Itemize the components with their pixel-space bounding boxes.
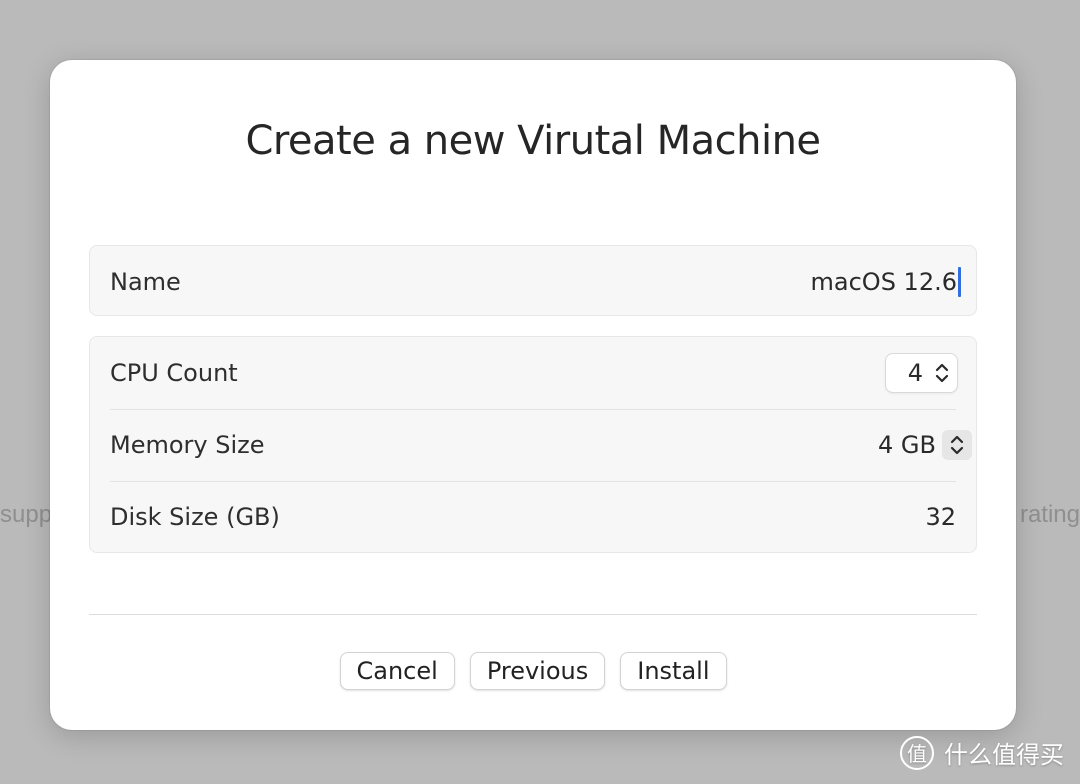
cpu-count-popup-button[interactable]: 4 <box>884 353 958 393</box>
dialog-button-bar: Cancel Previous Install <box>50 652 1016 690</box>
name-field[interactable]: macOS 12.6 <box>811 267 961 297</box>
name-field-value: macOS 12.6 <box>810 268 957 296</box>
create-vm-dialog: Create a new Virutal Machine Name macOS … <box>50 60 1016 730</box>
specs-group: CPU Count 4 Memory Size 4 GB Disk Size (… <box>89 336 977 553</box>
memory-size-value: 4 GB <box>878 431 936 459</box>
disk-size-label: Disk Size (GB) <box>110 503 280 531</box>
footer-divider <box>89 614 977 615</box>
memory-size-stepper[interactable] <box>942 430 972 460</box>
text-cursor <box>958 267 961 297</box>
memory-size-row: Memory Size 4 GB <box>90 409 976 481</box>
disk-size-row: Disk Size (GB) 32 <box>90 481 976 553</box>
cpu-count-label: CPU Count <box>110 359 238 387</box>
previous-button[interactable]: Previous <box>469 652 606 690</box>
name-group: Name macOS 12.6 <box>89 245 977 316</box>
install-button[interactable]: Install <box>620 652 727 690</box>
name-row: Name macOS 12.6 <box>90 246 976 318</box>
up-down-chevron-icon <box>950 435 964 455</box>
memory-size-label: Memory Size <box>110 431 265 459</box>
background-text-right: rating <box>1019 501 1080 528</box>
name-label: Name <box>110 268 181 296</box>
dialog-title: Create a new Virutal Machine <box>245 118 821 164</box>
cancel-button[interactable]: Cancel <box>339 652 455 690</box>
disk-size-field[interactable]: 32 <box>925 503 956 531</box>
up-down-chevron-icon <box>935 363 949 383</box>
background-text-left: supp <box>0 501 53 528</box>
cpu-count-value: 4 <box>907 359 923 387</box>
watermark: 值 什么值得买 <box>900 735 1064 770</box>
watermark-text: 什么值得买 <box>944 741 1064 769</box>
memory-size-popup-button[interactable]: 4 GB <box>878 430 972 460</box>
cpu-count-row: CPU Count 4 <box>90 337 976 409</box>
watermark-logo-icon: 值 <box>900 735 934 770</box>
